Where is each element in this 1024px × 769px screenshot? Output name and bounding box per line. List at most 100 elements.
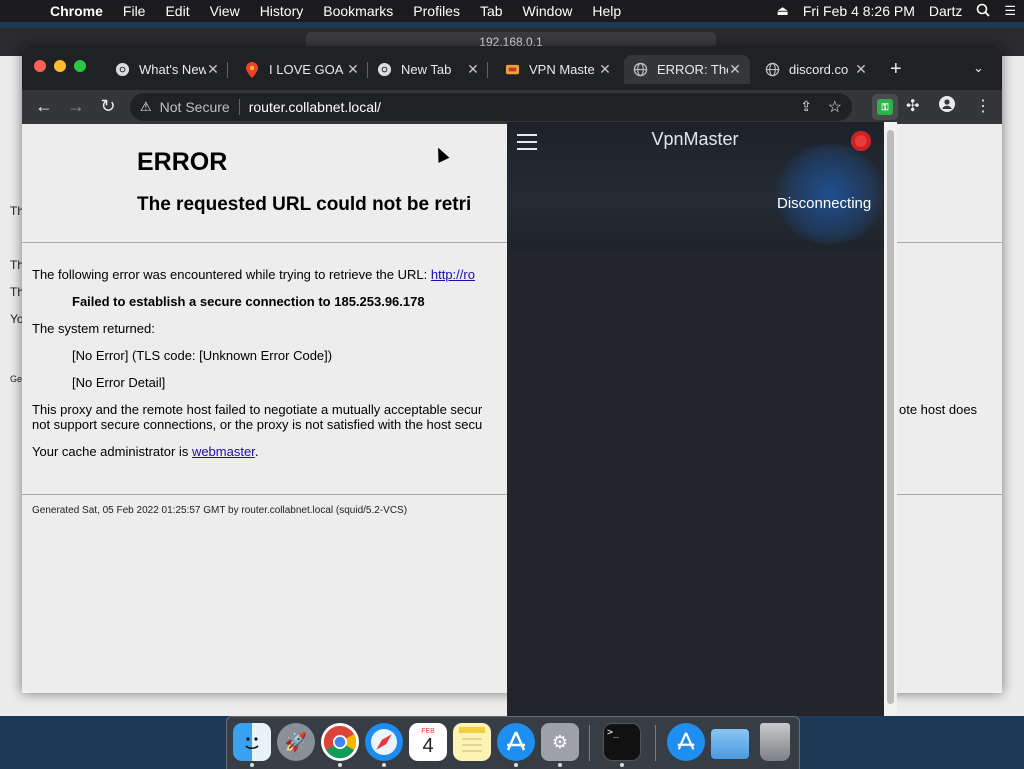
error-title: ERROR: [137, 148, 228, 176]
menu-edit[interactable]: Edit: [155, 3, 199, 19]
calendar-day: 4: [422, 735, 434, 757]
window-controls: [34, 60, 86, 72]
forward-button[interactable]: →: [64, 96, 88, 117]
system-preferences-gear-icon[interactable]: ⚙: [541, 723, 579, 761]
tab-label: VPN Maste: [529, 62, 595, 77]
proxy-explanation-line2: not support secure connections, or the p…: [32, 417, 483, 432]
tab-vpn-master[interactable]: VPN Maste ✕: [496, 55, 620, 84]
launchpad-rocket-icon[interactable]: 🚀: [277, 723, 315, 761]
error-detail: [No Error Detail]: [72, 375, 166, 390]
menu-view[interactable]: View: [200, 3, 250, 19]
menu-clock[interactable]: Fri Feb 4 8:26 PM: [803, 3, 915, 19]
popup-scrollbar[interactable]: [884, 122, 897, 716]
generated-footer: Generated Sat, 05 Feb 2022 01:25:57 GMT …: [32, 505, 408, 516]
vpn-logo-icon[interactable]: [851, 131, 871, 151]
minimize-window-button[interactable]: [54, 60, 66, 72]
tab-label: I LOVE GOA: [269, 62, 344, 77]
close-window-button[interactable]: [34, 60, 46, 72]
menu-app-chrome[interactable]: Chrome: [40, 3, 113, 19]
url-text[interactable]: router.collabnet.local/: [249, 99, 381, 115]
close-icon[interactable]: ✕: [206, 61, 220, 78]
extensions-puzzle-icon[interactable]: ✣: [906, 96, 919, 116]
chrome-dock-icon[interactable]: [321, 723, 359, 761]
tab-whats-new[interactable]: What's New ✕: [106, 55, 228, 84]
close-icon[interactable]: ✕: [466, 61, 480, 78]
tab-strip: What's New ✕ I LOVE GOA ✕ New Tab ✕ VPN …: [22, 46, 1002, 90]
close-icon[interactable]: ✕: [854, 61, 868, 78]
tab-i-love-goa[interactable]: I LOVE GOA ✕: [236, 55, 368, 84]
new-tab-button[interactable]: +: [890, 59, 902, 79]
menu-tab[interactable]: Tab: [470, 3, 513, 19]
menu-history[interactable]: History: [250, 3, 314, 19]
vpn-favicon-icon: [504, 62, 520, 78]
control-center-icon[interactable]: ☰: [1004, 3, 1016, 19]
failed-connection-message: Failed to establish a secure connection …: [72, 294, 425, 309]
scrollbar-thumb[interactable]: [887, 130, 894, 704]
macos-dock: 🚀 FEB 4 ⚙ >_: [226, 716, 800, 769]
error-url-line: The following error was encountered whil…: [32, 267, 475, 282]
menu-profiles[interactable]: Profiles: [403, 3, 470, 19]
more-menu-icon[interactable]: ⋮: [975, 96, 991, 116]
close-icon[interactable]: ✕: [728, 61, 742, 78]
tab-search-chevron-icon[interactable]: ⌄: [973, 60, 984, 76]
system-returned-label: The system returned:: [32, 321, 155, 336]
warning-triangle-icon[interactable]: ⚠: [140, 99, 152, 115]
zoom-window-button[interactable]: [74, 60, 86, 72]
finder-icon[interactable]: [233, 723, 271, 761]
webmaster-link[interactable]: webmaster: [192, 444, 255, 459]
safari-compass-icon[interactable]: [365, 723, 403, 761]
not-secure-label[interactable]: Not Secure: [160, 99, 230, 115]
close-icon[interactable]: ✕: [346, 61, 360, 78]
applications-folder-icon[interactable]: [667, 723, 705, 761]
reload-button[interactable]: ↻: [96, 96, 120, 117]
menu-file[interactable]: File: [113, 3, 156, 19]
chrome-icon: [376, 62, 392, 78]
proxy-explanation-line1: This proxy and the remote host failed to…: [32, 402, 483, 417]
downloads-folder-icon[interactable]: [711, 729, 749, 759]
bookmark-star-icon[interactable]: ☆: [828, 97, 842, 117]
trash-icon[interactable]: [760, 723, 790, 761]
browser-toolbar: ← → ↻ ⚠ Not Secure router.collabnet.loca…: [22, 90, 1002, 124]
tab-label: New Tab: [401, 62, 452, 77]
cache-admin-suffix: .: [254, 444, 259, 459]
tls-error-code: [No Error] (TLS code: [Unknown Error Cod…: [72, 348, 333, 363]
globe-icon: [632, 62, 648, 78]
eject-icon[interactable]: ⏏: [777, 3, 789, 19]
tab-error-active[interactable]: ERROR: The ✕: [624, 55, 750, 84]
cache-admin-prefix: Your cache administrator is: [32, 444, 192, 459]
tab-discord[interactable]: discord.co ✕: [756, 55, 876, 84]
macos-menu-bar: Chrome File Edit View History Bookmarks …: [0, 0, 1024, 22]
tab-label: ERROR: The: [657, 62, 728, 77]
error-subtitle: The requested URL could not be retri: [137, 194, 472, 215]
error-url-link[interactable]: http://ro: [431, 267, 475, 282]
vpn-status: Disconnecting: [777, 195, 872, 212]
proxy-explanation-tail: ote host does: [899, 402, 978, 417]
tab-new-tab[interactable]: New Tab ✕: [368, 55, 488, 84]
vpn-master-popup: VpnMaster Disconnecting: [507, 122, 897, 716]
back-button[interactable]: ←: [32, 96, 56, 117]
vpn-extension-icon[interactable]: ⚿: [872, 94, 898, 120]
app-store-icon[interactable]: [497, 723, 535, 761]
address-bar[interactable]: ⚠ Not Secure router.collabnet.local/ ⇪ ☆: [130, 93, 852, 121]
share-icon[interactable]: ⇪: [800, 98, 812, 115]
background-text: Ge: [10, 374, 23, 384]
calendar-icon[interactable]: FEB 4: [409, 723, 447, 761]
cache-admin-line: Your cache administrator is webmaster.: [32, 444, 258, 459]
vpn-title: VpnMaster: [651, 129, 739, 149]
menu-window[interactable]: Window: [513, 3, 583, 19]
connection-glow: [775, 144, 885, 244]
menu-bookmarks[interactable]: Bookmarks: [313, 3, 403, 19]
menu-help[interactable]: Help: [582, 3, 631, 19]
maps-pin-icon: [244, 61, 260, 78]
vpn-header: VpnMaster Disconnecting: [507, 122, 885, 250]
profile-avatar-icon[interactable]: [939, 96, 955, 117]
spotlight-search-icon[interactable]: [976, 3, 990, 20]
notes-icon[interactable]: [453, 723, 491, 761]
close-icon[interactable]: ✕: [598, 61, 612, 78]
tab-label: What's New: [139, 62, 206, 77]
menu-user[interactable]: Dartz: [929, 3, 962, 19]
terminal-icon[interactable]: >_: [603, 723, 641, 761]
error-url-prefix: The following error was encountered whil…: [32, 267, 431, 282]
tab-label: discord.co: [789, 62, 849, 77]
chrome-icon: [114, 62, 130, 78]
